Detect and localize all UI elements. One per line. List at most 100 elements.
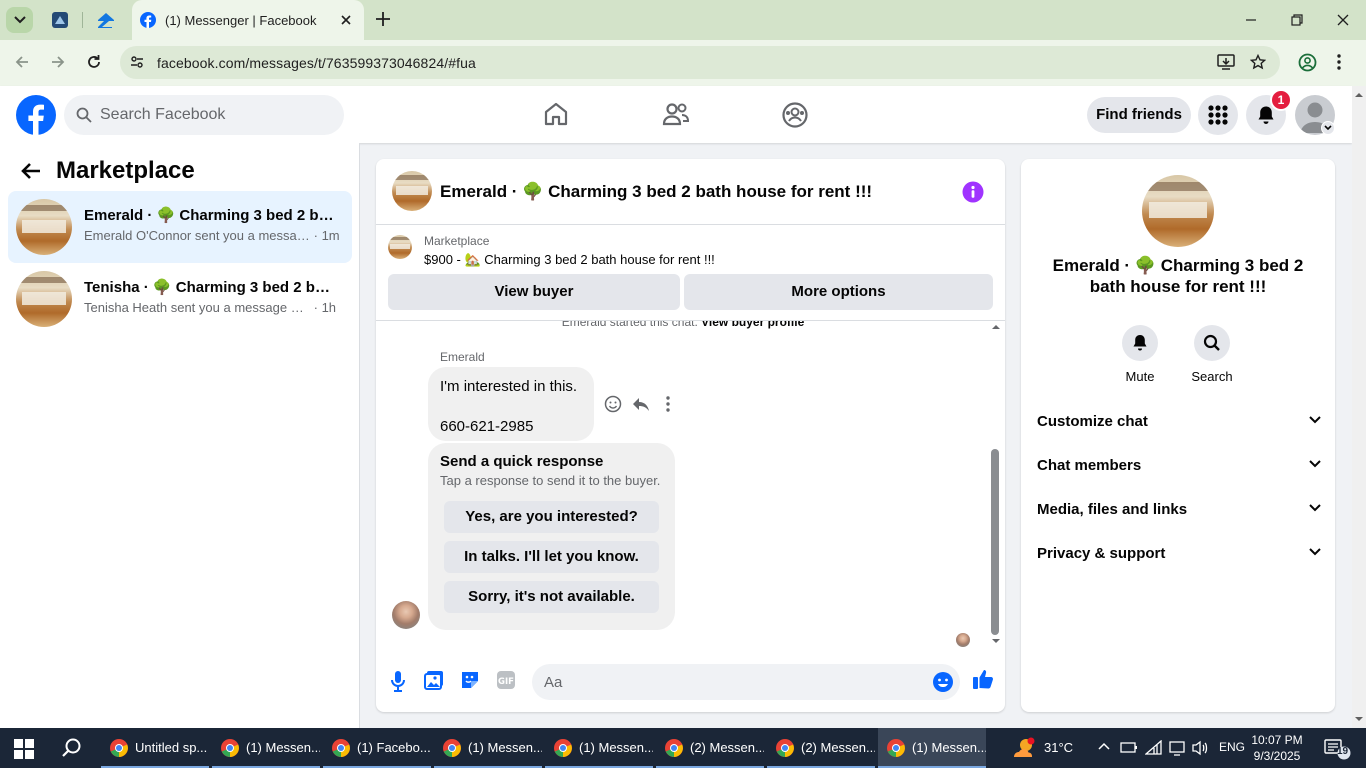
back-button[interactable] (13, 53, 31, 71)
weather-temperature[interactable]: 31°C (1044, 740, 1073, 755)
arrow-right-icon (52, 56, 65, 68)
page-scrollbar[interactable] (1352, 86, 1366, 728)
pinned-tab-1[interactable] (48, 8, 72, 32)
gif-icon[interactable]: GIF (496, 670, 516, 690)
minimize-button[interactable] (1243, 12, 1259, 28)
tab-search-button[interactable] (6, 7, 33, 33)
view-buyer-button[interactable]: View buyer (388, 274, 680, 310)
close-icon (1337, 14, 1349, 26)
chat-scrollbar-thumb[interactable] (991, 449, 999, 635)
sticker-icon[interactable] (460, 670, 480, 690)
facebook-search-input[interactable]: Search Facebook (64, 95, 344, 135)
more-message-options-icon[interactable] (665, 395, 671, 413)
reload-icon (88, 55, 100, 68)
friends-nav-button[interactable] (662, 101, 690, 127)
privacy-support-section[interactable]: Privacy & support (1029, 532, 1327, 576)
preview-text: Emerald O'Connor sent you a message abou… (84, 228, 310, 243)
forward-button[interactable] (49, 53, 67, 71)
photo-icon[interactable] (424, 670, 444, 690)
section-label: Media, files and links (1037, 501, 1188, 518)
bookmark-star-icon[interactable] (1250, 54, 1266, 70)
install-app-icon[interactable] (1217, 54, 1235, 70)
menu-grid-button[interactable] (1198, 95, 1238, 135)
quick-response-button[interactable]: Sorry, it's not available. (444, 581, 659, 613)
like-thumbs-up-icon[interactable] (972, 668, 994, 690)
message-thread[interactable]: Emerald started this chat. View buyer pr… (376, 321, 1005, 651)
browser-menu-button[interactable] (1336, 53, 1342, 71)
site-info-icon[interactable] (129, 54, 145, 70)
tab-close-icon[interactable] (338, 12, 354, 28)
chat-avatar[interactable] (392, 171, 432, 211)
reply-icon[interactable] (632, 395, 650, 413)
chevron-up-icon[interactable] (1098, 740, 1110, 752)
browser-tab-strip: (1) Messenger | Facebook (0, 0, 1366, 40)
chevron-down-icon (1309, 460, 1321, 468)
incoming-message-bubble[interactable]: I'm interested in this. 660-621-2985 (428, 367, 594, 441)
display-icon[interactable] (1169, 740, 1185, 756)
wifi-icon[interactable] (1145, 740, 1163, 756)
emoji-icon[interactable] (932, 671, 954, 693)
listing-thumbnail (16, 271, 72, 327)
details-avatar[interactable] (1142, 175, 1214, 247)
back-arrow-icon[interactable] (20, 161, 42, 181)
customize-chat-section[interactable]: Customize chat (1029, 400, 1327, 444)
conversation-item[interactable]: Tenisha · 🌳 Charming 3 bed 2 bath house … (8, 263, 352, 335)
media-files-links-section[interactable]: Media, files and links (1029, 488, 1327, 532)
groups-nav-button[interactable] (781, 101, 809, 129)
taskbar-app-label: (1) Facebo... (357, 740, 431, 755)
taskbar-search-icon[interactable] (61, 737, 83, 759)
volume-icon[interactable] (1191, 740, 1209, 756)
battery-icon[interactable] (1120, 740, 1138, 754)
find-friends-button[interactable]: Find friends (1087, 97, 1191, 133)
windows-start-icon[interactable] (14, 739, 34, 759)
taskbar-app-label: (2) Messen... (690, 740, 764, 755)
react-icon[interactable] (604, 395, 622, 413)
quick-response-button[interactable]: In talks. I'll let you know. (444, 541, 659, 573)
conversation-item[interactable]: Emerald · 🌳 Charming 3 bed 2 bath house … (8, 191, 352, 263)
taskbar-app-label: Untitled sp... (135, 740, 208, 755)
taskbar-app[interactable]: (2) Messen... (656, 728, 764, 768)
facebook-logo-icon[interactable] (16, 95, 56, 135)
restore-button[interactable] (1289, 12, 1305, 28)
taskbar-app[interactable]: (1) Messen... (434, 728, 542, 768)
taskbar-app[interactable]: (2) Messen... (767, 728, 875, 768)
microphone-icon[interactable] (390, 670, 406, 692)
taskbar-app[interactable]: (1) Messen... (212, 728, 320, 768)
taskbar-app[interactable]: Untitled sp... (101, 728, 209, 768)
notification-center-icon[interactable]: 19 (1323, 738, 1353, 760)
active-tab[interactable]: (1) Messenger | Facebook (132, 0, 364, 40)
conversation-title: Tenisha · 🌳 Charming 3 bed 2 bath house … (84, 279, 334, 296)
chat-members-section[interactable]: Chat members (1029, 444, 1327, 488)
pinned-tab-2[interactable] (94, 8, 118, 32)
search-in-chat-button[interactable]: Search (1182, 325, 1242, 384)
taskbar-app[interactable]: (1) Facebo... (323, 728, 431, 768)
address-bar[interactable]: facebook.com/messages/t/763599373046824/… (120, 46, 1280, 79)
taskbar-app[interactable]: (1) Messen... (545, 728, 653, 768)
close-window-button[interactable] (1335, 12, 1351, 28)
weather-icon[interactable] (1012, 737, 1036, 759)
quick-response-button[interactable]: Yes, are you interested? (444, 501, 659, 533)
mute-button[interactable]: Mute (1110, 325, 1170, 384)
listing-title[interactable]: $900 - 🏡 Charming 3 bed 2 bath house for… (424, 252, 715, 268)
profile-button[interactable] (1298, 53, 1317, 72)
listing-thumbnail (388, 235, 412, 259)
account-chevron-icon[interactable] (1321, 121, 1335, 135)
sender-avatar[interactable] (392, 601, 420, 629)
view-buyer-profile-link[interactable]: View buyer profile (701, 321, 804, 329)
reload-button[interactable] (85, 53, 103, 71)
home-nav-button[interactable] (543, 101, 569, 127)
grid-menu-icon (1208, 105, 1228, 125)
message-input[interactable]: Aa (532, 664, 960, 700)
chat-header: Emerald · 🌳 Charming 3 bed 2 bath house … (376, 159, 1005, 225)
system-clock[interactable]: 10:07 PM 9/3/2025 (1242, 732, 1312, 764)
info-icon[interactable] (962, 181, 984, 203)
taskbar-app-active[interactable]: (1) Messen... (878, 728, 986, 768)
section-label: Customize chat (1037, 413, 1148, 430)
more-options-button[interactable]: More options (684, 274, 993, 310)
chat-panel: Emerald · 🌳 Charming 3 bed 2 bath house … (376, 159, 1005, 712)
new-tab-button[interactable] (374, 10, 392, 28)
message-line: I'm interested in this. (440, 378, 578, 395)
seen-indicator-avatar (956, 633, 970, 647)
chat-title[interactable]: Emerald · 🌳 Charming 3 bed 2 bath house … (440, 182, 872, 202)
details-title: Emerald · 🌳 Charming 3 bed 2 bath house … (1052, 256, 1304, 296)
